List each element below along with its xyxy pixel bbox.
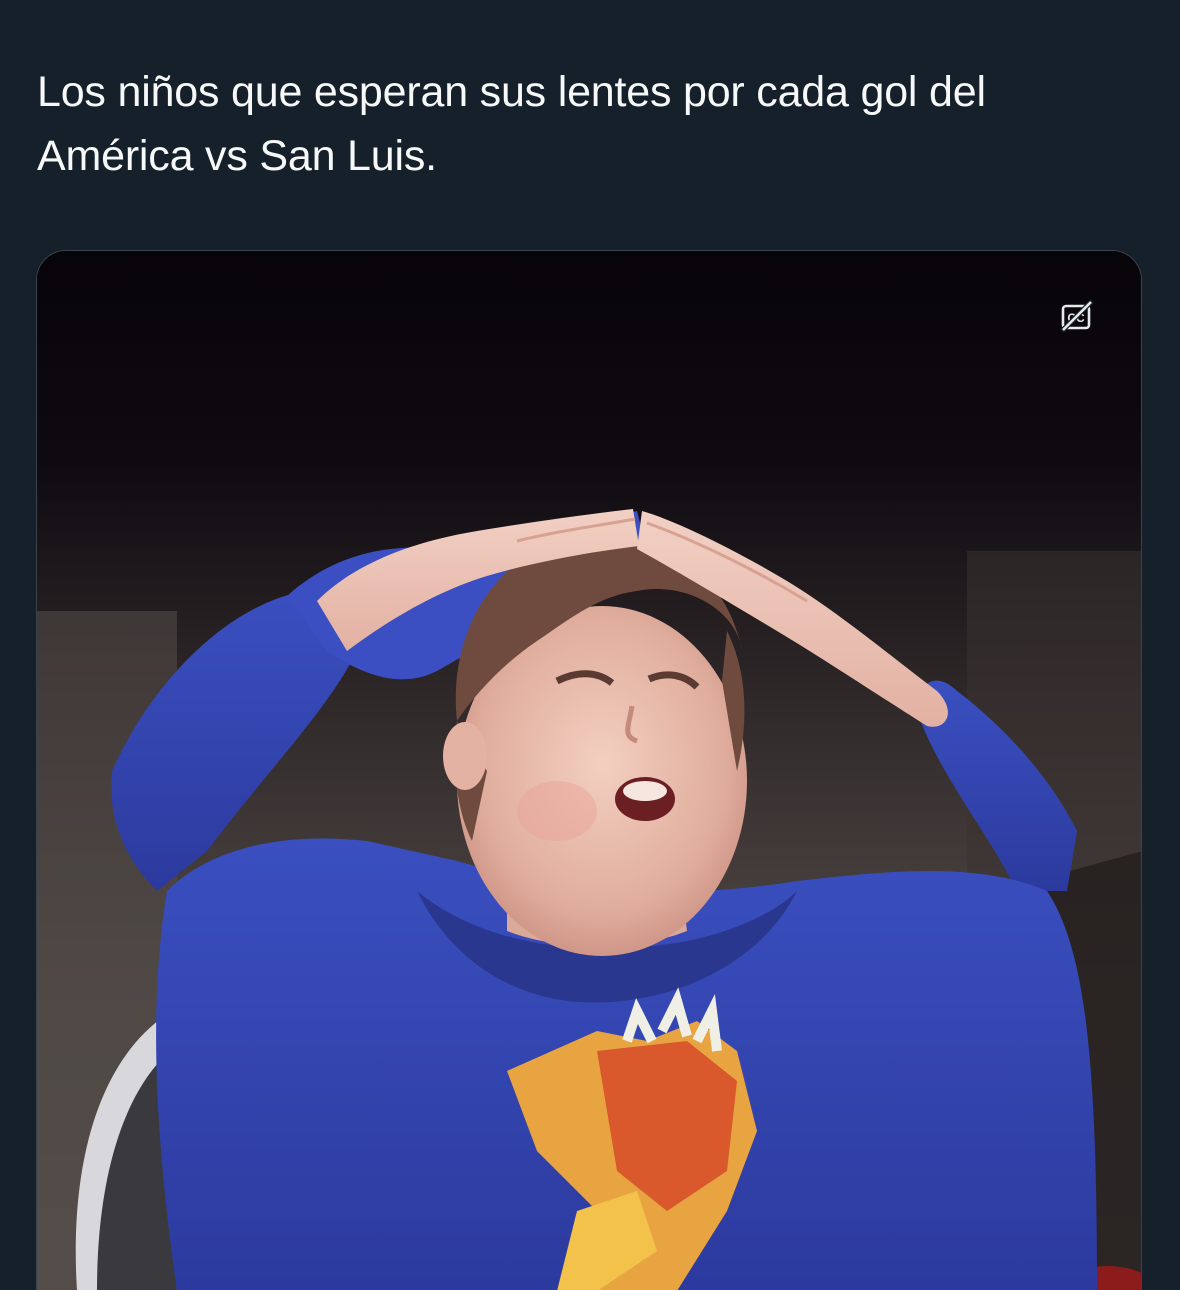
captions-off-icon: CC (1060, 299, 1094, 333)
tweet-video[interactable]: CC (36, 250, 1142, 1290)
tweet-text: Los niños que esperan sus lentes por cad… (37, 68, 986, 180)
captions-button[interactable]: CC (1057, 297, 1097, 337)
video-frame (37, 251, 1141, 1290)
